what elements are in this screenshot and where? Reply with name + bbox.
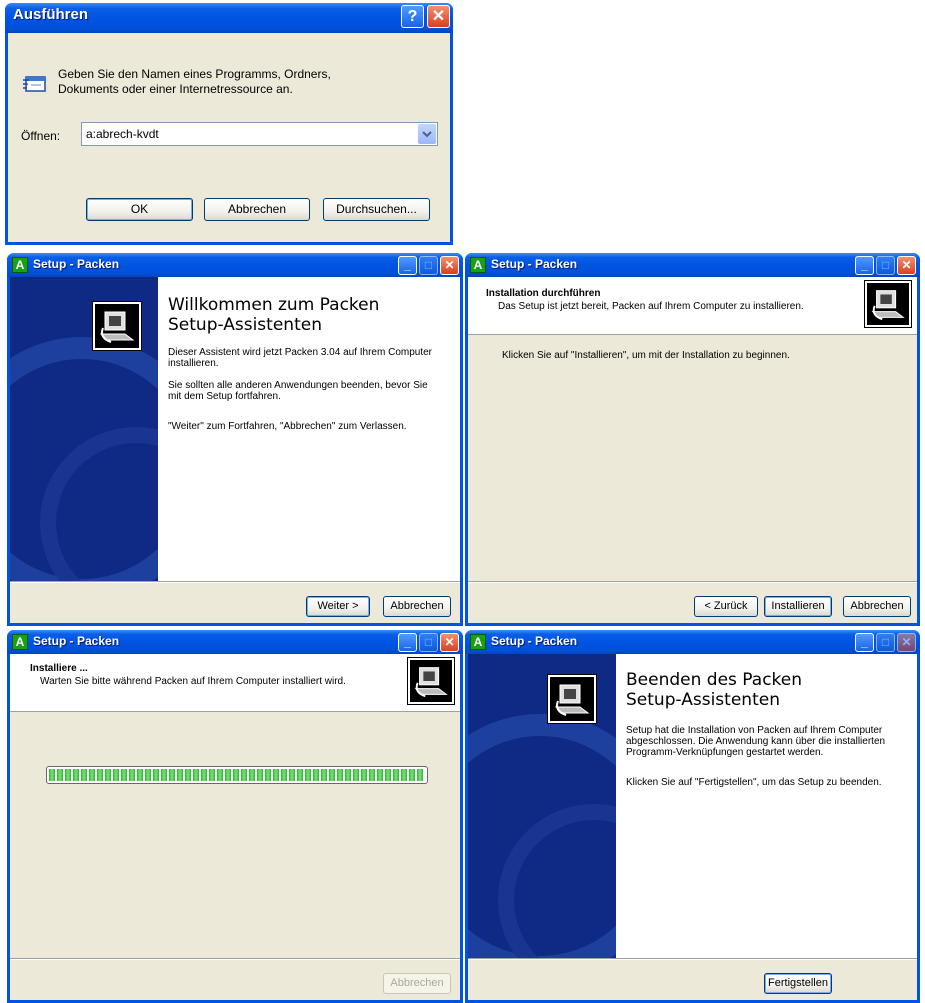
back-button[interactable]: < Zurück — [694, 596, 758, 617]
welcome-heading-line1: Willkommen zum Packen — [168, 295, 380, 315]
help-button[interactable]: ? — [401, 5, 424, 28]
cancel-button[interactable]: Abbrechen — [383, 596, 451, 617]
close-button[interactable]: ✕ — [440, 256, 459, 275]
minimize-button[interactable]: _ — [398, 256, 417, 275]
welcome-body: Willkommen zum Packen Setup-Assistenten … — [10, 277, 460, 623]
run-description: Geben Sie den Namen eines Programms, Ord… — [58, 67, 331, 97]
ready-titlebar[interactable]: A Setup - Packen _ □ ✕ — [465, 253, 920, 277]
cancel-button[interactable]: Abbrechen — [843, 596, 911, 617]
installing-body: Installiere ... Warten Sie bitte während… — [10, 654, 460, 1000]
ready-title: Setup - Packen — [491, 257, 578, 271]
welcome-paragraph-1: Dieser Assistent wird jetzt Packen 3.04 … — [168, 347, 433, 369]
app-icon: A — [12, 634, 28, 650]
divider — [10, 958, 460, 960]
run-dialog-body: Geben Sie den Namen eines Programms, Ord… — [8, 33, 450, 242]
progress-bar — [46, 766, 428, 784]
cancel-button[interactable]: Abbrechen — [204, 198, 310, 221]
welcome-heading-line2: Setup-Assistenten — [168, 315, 322, 335]
setup-installing-window: A Setup - Packen _ □ ✕ Installiere ... W… — [7, 630, 463, 1003]
ready-instructions: Klicken Sie auf "Installieren", um mit d… — [502, 350, 790, 361]
installing-header: Installiere ... Warten Sie bitte während… — [10, 654, 460, 712]
maximize-button: □ — [419, 256, 438, 275]
welcome-heading: Willkommen zum Packen Setup-Assistenten — [168, 295, 379, 335]
installing-titlebar[interactable]: A Setup - Packen _ □ ✕ — [7, 630, 463, 654]
progress-fill — [49, 769, 425, 781]
ready-header-title: Installation durchführen — [486, 288, 601, 299]
maximize-button: □ — [876, 256, 895, 275]
run-description-line1: Geben Sie den Namen eines Programms, Ord… — [58, 67, 331, 81]
divider — [10, 581, 460, 583]
install-button[interactable]: Installieren — [764, 596, 832, 617]
welcome-title: Setup - Packen — [33, 257, 120, 271]
chevron-down-icon[interactable] — [418, 124, 436, 144]
next-button[interactable]: Weiter > — [306, 596, 370, 617]
finish-panel: Beenden des Packen Setup-Assistenten Set… — [616, 654, 917, 960]
welcome-paragraph-3: "Weiter" zum Fortfahren, "Abbrechen" zum… — [168, 421, 407, 432]
close-button: ✕ — [897, 633, 916, 652]
welcome-titlebar[interactable]: A Setup - Packen _ □ ✕ — [7, 253, 463, 277]
app-icon: A — [12, 257, 28, 273]
open-label: Öffnen: — [21, 129, 61, 143]
finish-paragraph-1: Setup hat die Installation von Packen au… — [626, 725, 886, 758]
maximize-button: □ — [876, 633, 895, 652]
run-icon — [23, 74, 47, 94]
open-input[interactable]: a:abrech-kvdt — [86, 127, 159, 141]
divider — [468, 581, 917, 583]
close-button[interactable]: ✕ — [897, 256, 916, 275]
browse-button[interactable]: Durchsuchen... — [323, 198, 430, 221]
minimize-button[interactable]: _ — [855, 633, 874, 652]
close-button[interactable]: ✕ — [427, 5, 450, 28]
finish-body: Beenden des Packen Setup-Assistenten Set… — [468, 654, 917, 1000]
setup-icon — [548, 675, 596, 723]
run-dialog-title: Ausführen — [13, 6, 88, 23]
divider — [468, 958, 917, 960]
app-icon: A — [470, 257, 486, 273]
setup-finish-window: A Setup - Packen _ □ ✕ Beenden des Packe… — [465, 630, 920, 1003]
finish-titlebar[interactable]: A Setup - Packen _ □ ✕ — [465, 630, 920, 654]
welcome-panel: Willkommen zum Packen Setup-Assistenten … — [158, 277, 460, 583]
app-icon: A — [470, 634, 486, 650]
run-description-line2: Dokuments oder einer Internetressource a… — [58, 82, 293, 96]
ready-header: Installation durchführen Das Setup ist j… — [468, 277, 917, 335]
ok-button[interactable]: OK — [86, 198, 193, 221]
maximize-button: □ — [419, 633, 438, 652]
setup-icon — [865, 281, 911, 327]
finish-title: Setup - Packen — [491, 634, 578, 648]
setup-icon — [408, 658, 454, 704]
ready-header-subtitle: Das Setup ist jetzt bereit, Packen auf I… — [498, 301, 804, 312]
finish-paragraph-2: Klicken Sie auf "Fertigstellen", um das … — [626, 777, 882, 788]
installing-header-subtitle: Warten Sie bitte während Packen auf Ihre… — [40, 676, 346, 687]
finish-heading: Beenden des Packen Setup-Assistenten — [626, 670, 802, 710]
ready-body: Installation durchführen Das Setup ist j… — [468, 277, 917, 623]
installing-header-title: Installiere ... — [30, 663, 88, 674]
setup-welcome-window: A Setup - Packen _ □ ✕ Willkommen zum Pa… — [7, 253, 463, 626]
welcome-paragraph-2: Sie sollten alle anderen Anwendungen bee… — [168, 380, 428, 402]
setup-icon — [93, 302, 141, 350]
run-dialog: Ausführen ? ✕ Geben Sie den Namen eines … — [5, 3, 453, 245]
open-combobox[interactable]: a:abrech-kvdt — [81, 122, 438, 146]
finish-heading-line2: Setup-Assistenten — [626, 690, 780, 710]
setup-ready-window: A Setup - Packen _ □ ✕ Installation durc… — [465, 253, 920, 626]
installing-title: Setup - Packen — [33, 634, 120, 648]
finish-button[interactable]: Fertigstellen — [764, 973, 832, 994]
minimize-button[interactable]: _ — [398, 633, 417, 652]
minimize-button[interactable]: _ — [855, 256, 874, 275]
finish-heading-line1: Beenden des Packen — [626, 670, 803, 690]
cancel-button: Abbrechen — [383, 973, 451, 994]
close-button[interactable]: ✕ — [440, 633, 459, 652]
run-dialog-titlebar[interactable]: Ausführen ? ✕ — [5, 3, 453, 33]
